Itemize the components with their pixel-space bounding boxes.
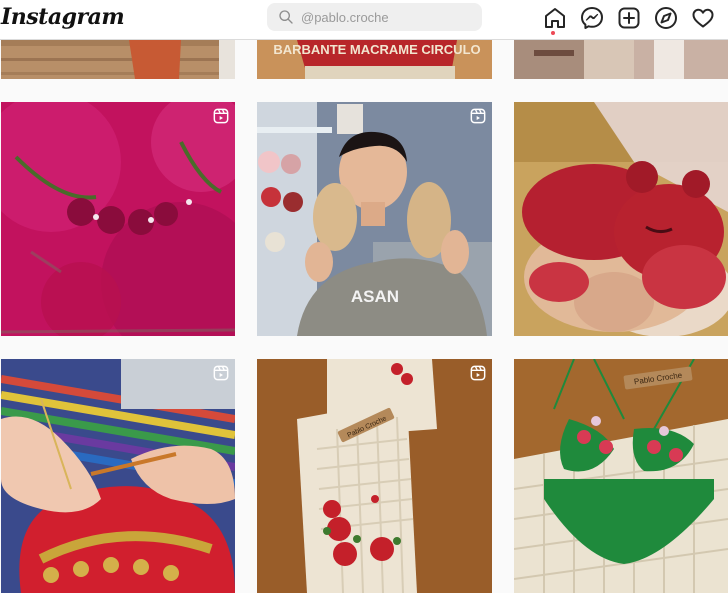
top-navigation-bar: Instagram: [0, 0, 728, 40]
post-tile[interactable]: ASAN: [257, 102, 492, 336]
post-grid: BARBANTE MACRAME CIRCULO ASAN Pablo Croc…: [0, 0, 728, 593]
reel-icon: [470, 108, 486, 124]
post-image: [1, 102, 235, 336]
messenger-icon[interactable]: [580, 6, 604, 30]
post-image: [514, 40, 728, 79]
post-tile[interactable]: [1, 102, 235, 336]
post-image: ASAN: [257, 102, 492, 336]
post-image: Pablo Croche: [257, 359, 492, 593]
post-tile[interactable]: BARBANTE MACRAME CIRCULO: [257, 40, 492, 79]
shirt-text: ASAN: [351, 287, 399, 306]
post-tile[interactable]: Pablo Croche: [514, 359, 728, 593]
post-tile[interactable]: Pablo Croche: [257, 359, 492, 593]
post-image: [514, 102, 728, 336]
post-image: Pablo Croche: [514, 359, 728, 593]
search-icon: [279, 10, 293, 24]
post-image: [1, 359, 235, 593]
search-box[interactable]: [267, 3, 482, 31]
home-icon[interactable]: [543, 6, 567, 30]
post-image: [1, 40, 235, 79]
search-input[interactable]: [301, 7, 471, 27]
post-tile[interactable]: [514, 102, 728, 336]
reel-icon: [470, 365, 486, 381]
post-tile[interactable]: [1, 359, 235, 593]
instagram-logo[interactable]: Instagram: [1, 4, 125, 30]
post-label: BARBANTE MACRAME CIRCULO: [273, 42, 480, 57]
reel-icon: [213, 365, 229, 381]
new-post-icon[interactable]: [617, 6, 641, 30]
explore-icon[interactable]: [654, 6, 678, 30]
post-tile[interactable]: [514, 40, 728, 79]
post-image: BARBANTE MACRAME CIRCULO: [257, 40, 492, 79]
post-tile[interactable]: [1, 40, 235, 79]
notification-dot: [551, 31, 555, 35]
activity-heart-icon[interactable]: [691, 6, 715, 30]
reel-icon: [213, 108, 229, 124]
